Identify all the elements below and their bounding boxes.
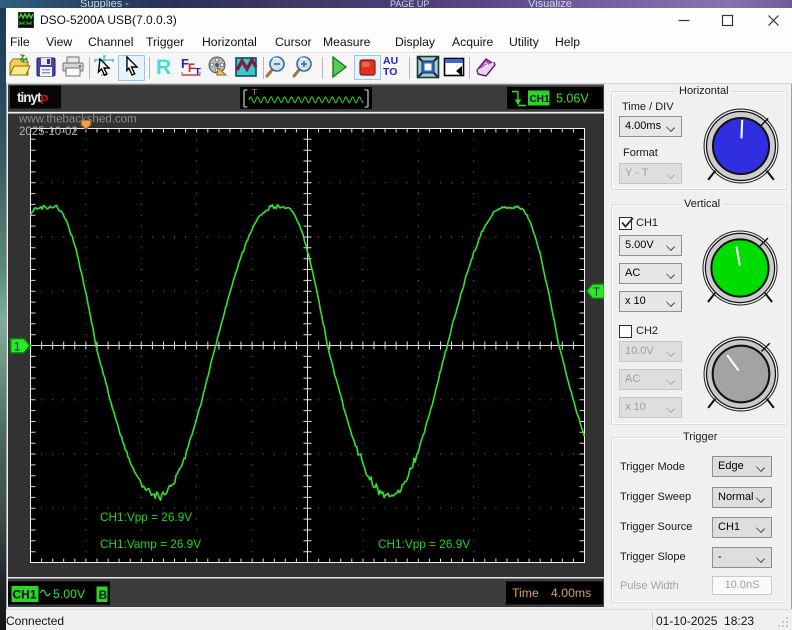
svg-text:CH1:Vpp = 26.9V: CH1:Vpp = 26.9V <box>378 537 470 551</box>
svg-text:CH1: CH1 <box>530 94 550 105</box>
svg-text:5.06V: 5.06V <box>556 92 589 106</box>
svg-text:tinyt: tinyt <box>17 90 42 105</box>
svg-text:T: T <box>593 287 600 299</box>
svg-text:4.00ms: 4.00ms <box>551 586 591 600</box>
svg-text:www.thebackshed.com: www.thebackshed.com <box>18 114 137 126</box>
svg-text:P: P <box>40 92 49 107</box>
svg-text:CH1: CH1 <box>13 588 37 602</box>
svg-text:B: B <box>99 590 107 602</box>
svg-text:CH1:Vamp = 26.9V: CH1:Vamp = 26.9V <box>100 537 201 551</box>
svg-text:Time: Time <box>512 586 539 600</box>
svg-text:CH1:Vpp = 26.9V: CH1:Vpp = 26.9V <box>100 510 192 524</box>
svg-text:5.00V: 5.00V <box>53 587 86 601</box>
svg-text:1: 1 <box>14 342 20 354</box>
svg-text:2025-10-02: 2025-10-02 <box>19 126 78 138</box>
svg-text:T: T <box>252 87 257 97</box>
